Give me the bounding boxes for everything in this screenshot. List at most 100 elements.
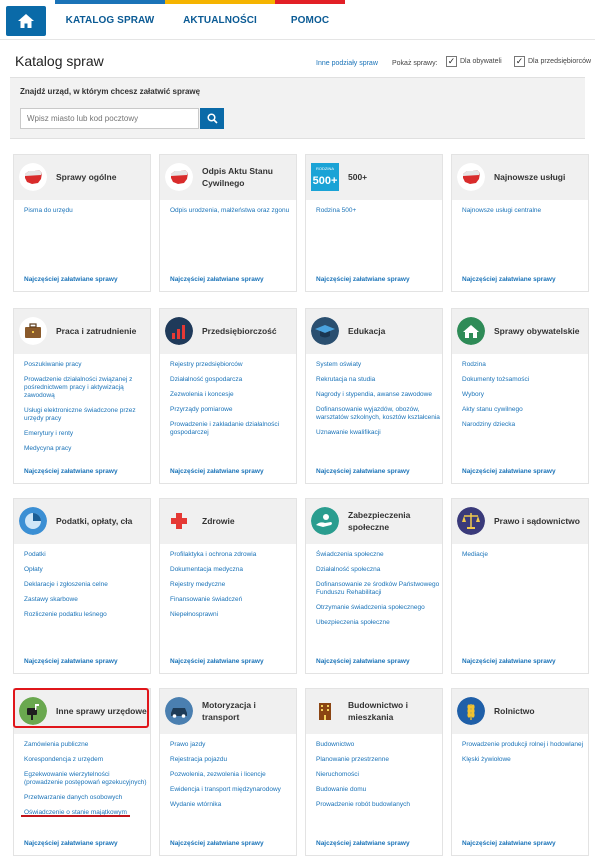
service-link[interactable]: Deklaracje i zgłoszenia celne	[24, 581, 148, 589]
service-link[interactable]: Korespondencja z urzędem	[24, 756, 148, 764]
service-link[interactable]: Rodzina 500+	[316, 207, 440, 215]
card-title[interactable]: Najnowsze usługi	[494, 155, 586, 200]
service-link[interactable]: Pozwolenia, zezwolenia i licencje	[170, 771, 294, 779]
citizens-filter[interactable]: ✓ Dla obywateli	[446, 54, 502, 68]
card-title[interactable]: Zabezpieczenia społeczne	[348, 499, 440, 544]
service-link[interactable]: Ewidencja i transport międzynarodowy	[170, 786, 294, 794]
card-header[interactable]: Budownictwo i mieszkania	[306, 689, 442, 734]
most-common-link[interactable]: Najczęściej załatwiane sprawy	[24, 468, 118, 475]
most-common-link[interactable]: Najczęściej załatwiane sprawy	[170, 276, 264, 283]
service-link[interactable]: Akty stanu cywilnego	[462, 406, 586, 414]
card-title[interactable]: Sprawy ogólne	[56, 155, 148, 200]
most-common-link[interactable]: Najczęściej załatwiane sprawy	[24, 658, 118, 665]
service-link[interactable]: Nieruchomości	[316, 771, 440, 779]
card-title[interactable]: 500+	[348, 155, 440, 200]
service-link[interactable]: Wydanie wtórnika	[170, 801, 294, 809]
card-title[interactable]: Motoryzacja i transport	[202, 689, 294, 734]
most-common-link[interactable]: Najczęściej załatwiane sprawy	[316, 468, 410, 475]
card-header[interactable]: Rolnictwo	[452, 689, 588, 734]
service-link[interactable]: Budownictwo	[316, 741, 440, 749]
card-header[interactable]: RODZINA 500+ 500+	[306, 155, 442, 200]
service-link[interactable]: Rodzina	[462, 361, 586, 369]
service-link[interactable]: Emerytury i renty	[24, 430, 148, 438]
service-link[interactable]: Rejestry medyczne	[170, 581, 294, 589]
service-link[interactable]: System oświaty	[316, 361, 440, 369]
service-link[interactable]: Prowadzenie produkcji rolnej i hodowlane…	[462, 741, 586, 749]
service-link[interactable]: Niepełnosprawni	[170, 611, 294, 619]
most-common-link[interactable]: Najczęściej załatwiane sprawy	[24, 276, 118, 283]
card-header[interactable]: Podatki, opłaty, cła	[14, 499, 150, 544]
card-title[interactable]: Rolnictwo	[494, 689, 586, 734]
service-link[interactable]: Dokumenty tożsamości	[462, 376, 586, 384]
card-title[interactable]: Zdrowie	[202, 499, 294, 544]
service-link[interactable]: Rejestracja pojazdu	[170, 756, 294, 764]
card-title[interactable]: Odpis Aktu Stanu Cywilnego	[202, 155, 294, 200]
business-filter[interactable]: ✓ Dla przedsiębiorców	[514, 54, 591, 68]
card-header[interactable]: Zabezpieczenia społeczne	[306, 499, 442, 544]
service-link[interactable]: Zezwolenia i koncesje	[170, 391, 294, 399]
service-link[interactable]: Prawo jazdy	[170, 741, 294, 749]
service-link[interactable]: Mediacje	[462, 551, 586, 559]
service-link[interactable]: Wybory	[462, 391, 586, 399]
card-header[interactable]: Zdrowie	[160, 499, 296, 544]
service-link[interactable]: Działalność gospodarcza	[170, 376, 294, 384]
service-link[interactable]: Zamówienia publiczne	[24, 741, 148, 749]
card-title[interactable]: Praca i zatrudnienie	[56, 309, 148, 354]
service-link[interactable]: Ubezpieczenia społeczne	[316, 619, 440, 627]
service-link[interactable]: Budowanie domu	[316, 786, 440, 794]
card-header[interactable]: Prawo i sądownictwo	[452, 499, 588, 544]
service-link[interactable]: Dofinansowanie wyjazdów, obozów, warszta…	[316, 406, 440, 422]
service-link[interactable]: Medycyna pracy	[24, 445, 148, 453]
service-link[interactable]: Zastawy skarbowe	[24, 596, 148, 604]
card-title[interactable]: Budownictwo i mieszkania	[348, 689, 440, 734]
home-button[interactable]	[6, 6, 46, 36]
card-header[interactable]: Przedsiębiorczość	[160, 309, 296, 354]
card-title[interactable]: Przedsiębiorczość	[202, 309, 294, 354]
most-common-link[interactable]: Najczęściej załatwiane sprawy	[462, 276, 556, 283]
tab-pomoc[interactable]: POMOC	[275, 0, 345, 40]
service-link[interactable]: Pisma do urzędu	[24, 207, 148, 215]
tab-katalog-spraw[interactable]: KATALOG SPRAW	[55, 0, 165, 40]
service-link[interactable]: Działalność społeczna	[316, 566, 440, 574]
service-link[interactable]: Poszukiwanie pracy	[24, 361, 148, 369]
service-link[interactable]: Odpis urodzenia, małżeństwa oraz zgonu	[170, 207, 294, 215]
service-link[interactable]: Prowadzenie robót budowlanych	[316, 801, 440, 809]
service-link[interactable]: Nagrody i stypendia, awanse zawodowe	[316, 391, 440, 399]
card-header[interactable]: Najnowsze usługi	[452, 155, 588, 200]
service-link[interactable]: Prowadzenie i zakładanie działalności go…	[170, 421, 294, 437]
other-divisions-link[interactable]: Inne podziały spraw	[316, 56, 378, 70]
most-common-link[interactable]: Najczęściej załatwiane sprawy	[316, 276, 410, 283]
most-common-link[interactable]: Najczęściej załatwiane sprawy	[462, 840, 556, 847]
service-link[interactable]: Najnowsze usługi centralne	[462, 207, 586, 215]
service-link[interactable]: Świadczenia społeczne	[316, 551, 440, 559]
service-link[interactable]: Finansowanie świadczeń	[170, 596, 294, 604]
card-title[interactable]: Sprawy obywatelskie	[494, 309, 586, 354]
search-button[interactable]	[200, 108, 224, 129]
card-header[interactable]: Praca i zatrudnienie	[14, 309, 150, 354]
business-checkbox[interactable]: ✓	[514, 55, 525, 67]
card-header[interactable]: Motoryzacja i transport	[160, 689, 296, 734]
most-common-link[interactable]: Najczęściej załatwiane sprawy	[462, 658, 556, 665]
service-link[interactable]: Rejestry przedsiębiorców	[170, 361, 294, 369]
tab-aktualnosci[interactable]: AKTUALNOŚCI	[165, 0, 275, 40]
service-link[interactable]: Planowanie przestrzenne	[316, 756, 440, 764]
service-link[interactable]: Przetwarzanie danych osobowych	[24, 794, 148, 802]
card-title[interactable]: Podatki, opłaty, cła	[56, 499, 148, 544]
most-common-link[interactable]: Najczęściej załatwiane sprawy	[170, 840, 264, 847]
card-title[interactable]: Prawo i sądownictwo	[494, 499, 586, 544]
card-header[interactable]: Sprawy obywatelskie	[452, 309, 588, 354]
most-common-link[interactable]: Najczęściej załatwiane sprawy	[24, 840, 118, 847]
service-link[interactable]: Dofinansowanie ze środków Państwowego Fu…	[316, 581, 440, 597]
service-link[interactable]: Rozliczenie podatku leśnego	[24, 611, 148, 619]
service-link[interactable]: Egzekwowanie wierzytelności (prowadzenie…	[24, 771, 148, 787]
most-common-link[interactable]: Najczęściej załatwiane sprawy	[462, 468, 556, 475]
service-link[interactable]: Opłaty	[24, 566, 148, 574]
service-link[interactable]: Uznawanie kwalifikacji	[316, 429, 440, 437]
most-common-link[interactable]: Najczęściej załatwiane sprawy	[170, 468, 264, 475]
service-link[interactable]: Klęski żywiołowe	[462, 756, 586, 764]
citizens-checkbox[interactable]: ✓	[446, 55, 457, 67]
most-common-link[interactable]: Najczęściej załatwiane sprawy	[170, 658, 264, 665]
service-link[interactable]: Dokumentacja medyczna	[170, 566, 294, 574]
card-title[interactable]: Edukacja	[348, 309, 440, 354]
service-link[interactable]: Przyrządy pomiarowe	[170, 406, 294, 414]
